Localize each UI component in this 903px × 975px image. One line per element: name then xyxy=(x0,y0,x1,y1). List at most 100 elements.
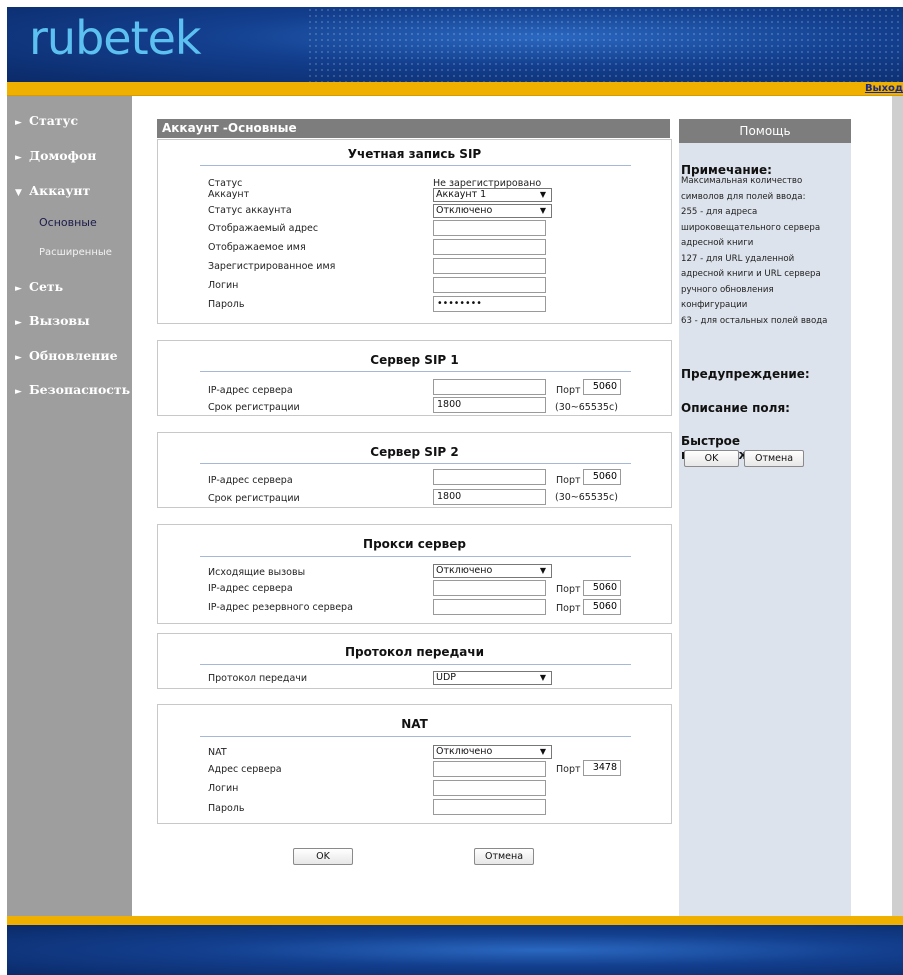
warning-title: Предупреждение: xyxy=(681,367,810,381)
sidebar-item-status[interactable]: ► Статус xyxy=(7,113,132,128)
port-label: Порт xyxy=(556,385,581,396)
password-label: Пароль xyxy=(208,299,245,310)
account-label: Аккаунт xyxy=(208,189,250,200)
nat-server-input[interactable] xyxy=(433,761,546,777)
field-description-title: Описание поля: xyxy=(681,401,790,415)
chevron-down-icon: ▼ xyxy=(539,206,546,215)
transport-panel: Протокол передачи Протокол передачи UDP ▼ xyxy=(157,633,672,689)
sidebar-item-label: Обновление xyxy=(29,348,118,363)
proxy-ip-label: IP-адрес сервера xyxy=(208,583,293,594)
proxy-ip-input[interactable] xyxy=(433,580,546,596)
port-label: Порт xyxy=(556,764,581,775)
nat-select-value: Отключено xyxy=(436,746,493,757)
account-status-select[interactable]: Отключено ▼ xyxy=(433,204,552,218)
server-ip-input[interactable] xyxy=(433,469,546,485)
registration-period-input[interactable]: 1800 xyxy=(433,397,546,413)
backup-port-label: Порт xyxy=(556,603,581,614)
backup-port-input[interactable]: 5060 xyxy=(583,599,621,615)
nat-password-input[interactable] xyxy=(433,799,546,815)
triangle-right-icon: ► xyxy=(15,284,22,294)
registration-period-input[interactable]: 1800 xyxy=(433,489,546,505)
proxy-panel: Прокси сервер Исходящие вызовы Отключено… xyxy=(157,524,672,624)
backup-proxy-ip-label: IP-адрес резервного сервера xyxy=(208,602,353,613)
sidebar-item-calls[interactable]: ► Вызовы xyxy=(7,313,132,328)
triangle-right-icon: ► xyxy=(15,387,22,397)
panel-divider xyxy=(200,556,631,557)
port-input[interactable]: 3478 xyxy=(583,760,621,776)
chevron-down-icon: ▼ xyxy=(539,566,546,575)
triangle-right-icon: ► xyxy=(15,153,22,163)
port-input[interactable]: 5060 xyxy=(583,379,621,395)
main-content: Аккаунт -Основные Учетная запись SIP Ста… xyxy=(132,96,892,916)
transport-protocol-select-value: UDP xyxy=(436,672,456,683)
sip-server2-panel: Сервер SIP 2 IP-адрес сервера Порт 5060 … xyxy=(157,432,672,508)
login-label: Логин xyxy=(208,280,239,291)
ok-button[interactable]: OK xyxy=(293,848,353,865)
sidebar-item-security[interactable]: ► Безопасность xyxy=(7,382,132,397)
triangle-right-icon: ► xyxy=(15,318,22,328)
sip-account-panel: Учетная запись SIP Статус Не зарегистрир… xyxy=(157,139,672,324)
panel-title: Учетная запись SIP xyxy=(347,147,482,161)
server-ip-label: IP-адрес сервера xyxy=(208,385,293,396)
help-cancel-button[interactable]: Отмена xyxy=(744,450,804,467)
sidebar-item-network[interactable]: ► Сеть xyxy=(7,279,132,294)
sidebar-subitem-advanced[interactable]: Расширенные xyxy=(7,247,132,258)
transport-protocol-select[interactable]: UDP ▼ xyxy=(433,671,552,685)
chevron-down-icon: ▼ xyxy=(539,747,546,756)
panel-title: Сервер SIP 1 xyxy=(370,353,459,367)
display-address-input[interactable] xyxy=(433,220,546,236)
display-address-label: Отображаемый адрес xyxy=(208,223,319,234)
nat-label: NAT xyxy=(208,747,227,758)
outgoing-calls-select[interactable]: Отключено ▼ xyxy=(433,564,552,578)
registration-period-label: Срок регистрации xyxy=(208,493,300,504)
sidebar-item-label: Статус xyxy=(29,113,79,128)
transport-protocol-label: Протокол передачи xyxy=(208,673,308,684)
nat-select[interactable]: Отключено ▼ xyxy=(433,745,552,759)
panel-divider xyxy=(200,165,631,166)
logout-link[interactable]: Выход xyxy=(865,82,903,95)
sip-server1-panel: Сервер SIP 1 IP-адрес сервера Порт 5060 … xyxy=(157,340,672,416)
bottom-accent-bar xyxy=(7,916,903,925)
sidebar-item-label: Сеть xyxy=(29,279,64,294)
account-select[interactable]: Аккаунт 1 ▼ xyxy=(433,188,552,202)
server-ip-input[interactable] xyxy=(433,379,546,395)
display-name-input[interactable] xyxy=(433,239,546,255)
help-ok-button[interactable]: OK xyxy=(684,450,739,467)
port-label: Порт xyxy=(556,475,581,486)
registration-range-hint: (30~65535с) xyxy=(555,402,618,413)
sidebar-item-update[interactable]: ► Обновление xyxy=(7,348,132,363)
nat-login-label: Логин xyxy=(208,783,239,794)
registered-name-input[interactable] xyxy=(433,258,546,274)
nat-password-label: Пароль xyxy=(208,803,245,814)
account-status-label: Статус аккаунта xyxy=(208,205,292,216)
registration-range-hint: (30~65535с) xyxy=(555,492,618,503)
panel-divider xyxy=(200,371,631,372)
triangle-right-icon: ► xyxy=(15,353,22,363)
cancel-button[interactable]: Отмена xyxy=(474,848,534,865)
port-label: Порт xyxy=(556,584,581,595)
panel-title: Сервер SIP 2 xyxy=(370,445,459,459)
password-input[interactable]: •••••••• xyxy=(433,296,546,312)
header-banner: rubetek xyxy=(7,7,903,82)
sidebar-subitem-basic[interactable]: Основные xyxy=(7,216,132,229)
panel-title: NAT xyxy=(401,717,428,731)
note-text: Максимальная количество символов для пол… xyxy=(681,176,828,326)
nat-server-label: Адрес сервера xyxy=(208,764,282,775)
panel-divider xyxy=(200,736,631,737)
rubetek-logo: rubetek xyxy=(29,11,202,65)
login-input[interactable] xyxy=(433,277,546,293)
backup-proxy-ip-input[interactable] xyxy=(433,599,546,615)
sidebar-item-account[interactable]: ▼ Аккаунт xyxy=(7,183,132,198)
sidebar-item-intercom[interactable]: ► Домофон xyxy=(7,148,132,163)
triangle-right-icon: ► xyxy=(15,118,22,128)
chevron-down-icon: ▼ xyxy=(539,673,546,682)
triangle-down-icon: ▼ xyxy=(15,188,22,198)
sidebar-item-label: Аккаунт xyxy=(29,183,91,198)
outgoing-calls-select-value: Отключено xyxy=(436,565,493,576)
port-input[interactable]: 5060 xyxy=(583,580,621,596)
port-input[interactable]: 5060 xyxy=(583,469,621,485)
page-title: Аккаунт -Основные xyxy=(157,119,670,138)
nat-login-input[interactable] xyxy=(433,780,546,796)
chevron-down-icon: ▼ xyxy=(539,190,546,199)
panel-divider xyxy=(200,463,631,464)
